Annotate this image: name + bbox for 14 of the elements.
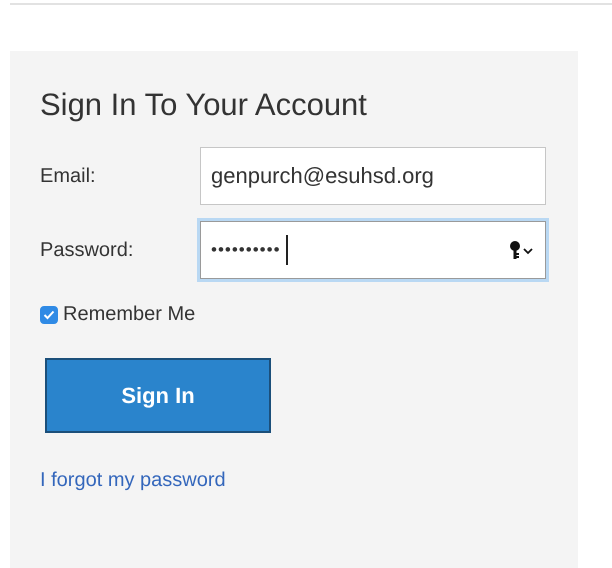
field-label: Password:	[40, 238, 134, 262]
check-icon	[43, 310, 55, 320]
email-field[interactable]: genpurch@esuhsd.org	[200, 147, 546, 205]
email-input[interactable]: genpurch@esuhsd.org	[211, 163, 535, 189]
forgot-password-link[interactable]: I forgot my password	[40, 469, 226, 492]
password-input[interactable]: ••••••••••	[211, 240, 286, 260]
form-title: Sign In To Your Account	[40, 87, 368, 123]
key-icon[interactable]	[509, 240, 535, 260]
password-field[interactable]: ••••••••••	[200, 221, 546, 279]
sign-in-button[interactable]: Sign In	[45, 358, 271, 433]
text-cursor	[286, 235, 288, 265]
remember-checkbox[interactable]	[40, 306, 58, 324]
field-label: Email:	[40, 164, 97, 188]
checkbox-label: Remember Me	[63, 303, 196, 326]
